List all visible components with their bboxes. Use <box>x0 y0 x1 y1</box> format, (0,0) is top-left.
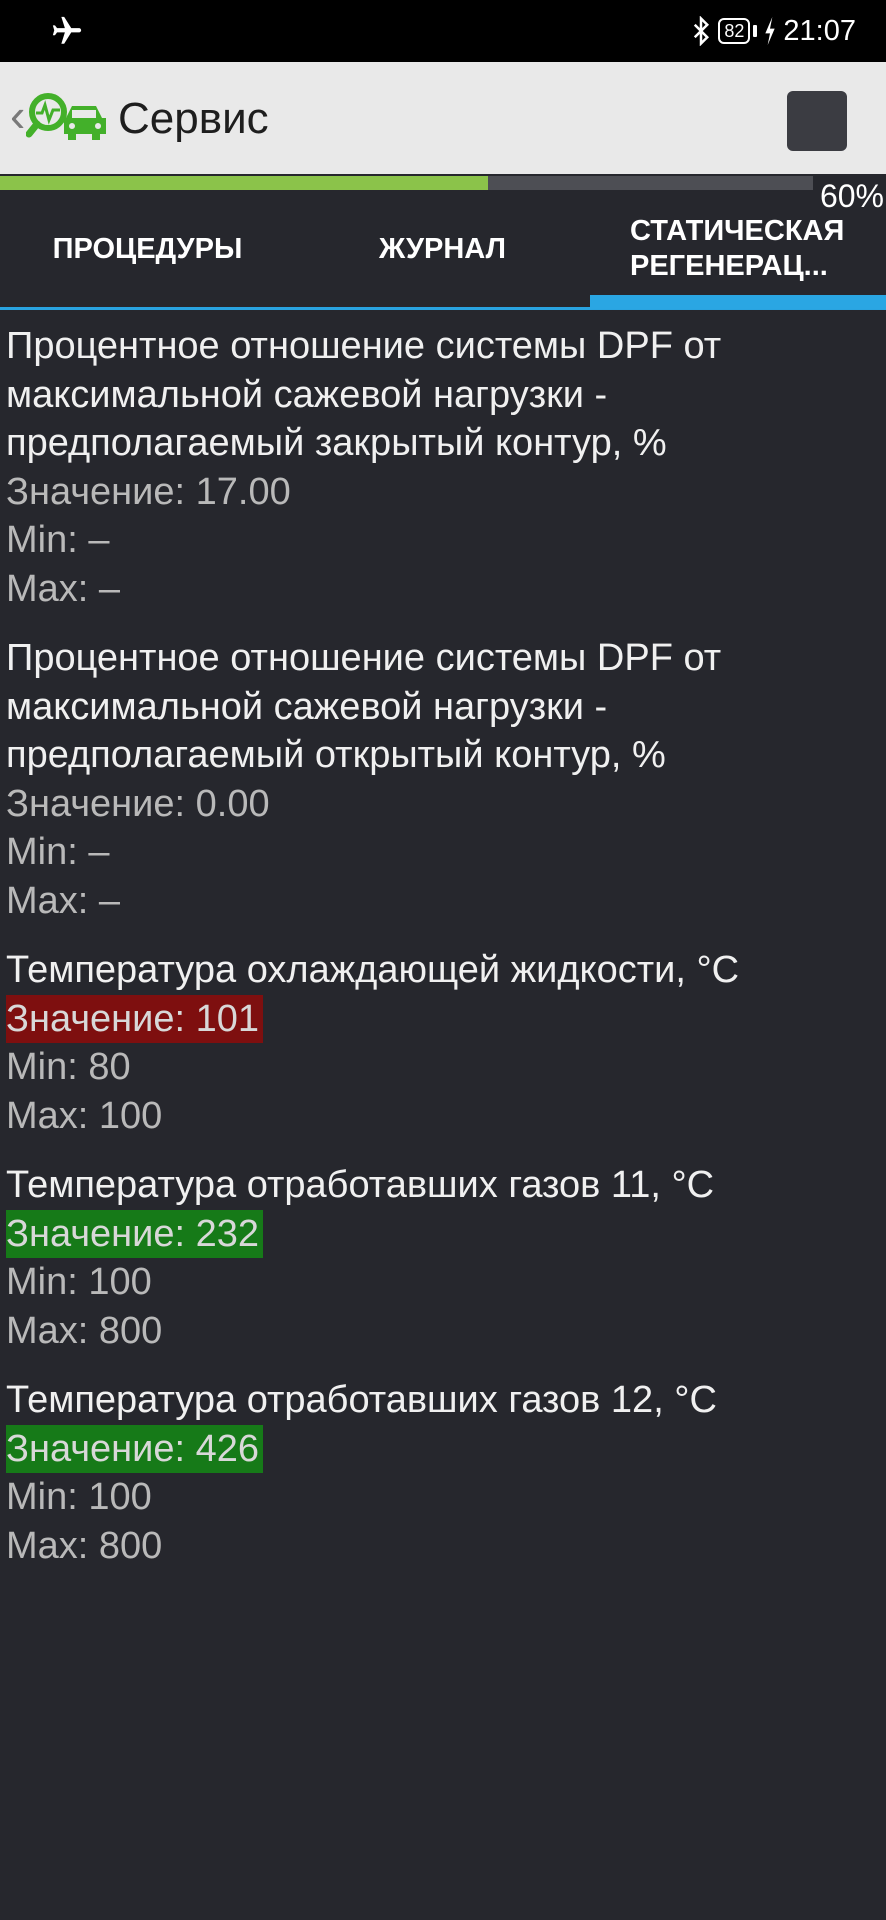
battery-tip <box>753 25 758 37</box>
parameter-max: Max: 800 <box>6 1524 163 1567</box>
parameter-min: Min: 100 <box>6 1261 152 1303</box>
parameter-max: Max: – <box>6 879 121 922</box>
parameter-title: Процентное отношение системы DPF от макс… <box>6 325 722 464</box>
parameter-value-alarm: Значение: 101 <box>6 994 264 1043</box>
parameter-title: Температура охлаждающей жидкости, °C <box>6 949 740 991</box>
parameter-min: Min: – <box>6 831 110 873</box>
list-item: Температура отработавших газов 11, °C Зн… <box>6 1161 882 1355</box>
status-indicators: 82 21:07 <box>690 12 856 50</box>
parameter-value-ok: Значение: 232 <box>6 1209 264 1258</box>
tab-bar: ПРОЦЕДУРЫ ЖУРНАЛ СТАТИЧЕСКАЯ РЕГЕНЕРАЦ..… <box>0 190 886 310</box>
list-item: Процентное отношение системы DPF от макс… <box>6 322 882 613</box>
parameter-title: Температура отработавших газов 12, °C <box>6 1379 717 1421</box>
parameter-title: Процентное отношение системы DPF от макс… <box>6 637 722 776</box>
parameter-min: Min: 100 <box>6 1476 152 1518</box>
tab-label: СТАТИЧЕСКАЯ РЕГЕНЕРАЦ... <box>630 215 845 282</box>
parameter-value-ok: Значение: 426 <box>6 1424 264 1473</box>
progress-fill <box>0 176 488 190</box>
list-item: Температура охлаждающей жидкости, °C Зна… <box>6 946 882 1140</box>
charging-bolt-icon <box>765 17 776 45</box>
parameter-max: Max: 100 <box>6 1094 163 1137</box>
parameter-min: Min: – <box>6 519 110 561</box>
tab-procedures[interactable]: ПРОЦЕДУРЫ <box>0 190 295 308</box>
progress-bar <box>0 176 813 190</box>
tab-static-regeneration[interactable]: СТАТИЧЕСКАЯ РЕГЕНЕРАЦ... <box>590 190 886 308</box>
clock: 21:07 <box>783 14 856 47</box>
parameter-max: Max: 800 <box>6 1309 163 1352</box>
stop-button[interactable] <box>787 91 847 151</box>
battery-level: 82 <box>724 21 745 41</box>
parameter-value: Значение: 0.00 <box>6 782 270 825</box>
parameter-list: Процентное отношение системы DPF от макс… <box>6 322 882 1591</box>
battery-icon: 82 <box>718 18 751 44</box>
page-title: Сервис <box>118 94 269 143</box>
tab-selected-indicator <box>590 295 886 309</box>
list-item: Температура отработавших газов 12, °C Зн… <box>6 1376 882 1570</box>
airplane-icon <box>52 16 82 44</box>
list-item: Процентное отношение системы DPF от макс… <box>6 634 882 925</box>
car-diagnostic-logo-icon <box>26 93 106 140</box>
parameter-min: Min: 80 <box>6 1046 131 1088</box>
status-bar: 82 21:07 <box>0 0 886 62</box>
app-bar: ‹ Сервис <box>0 62 886 174</box>
bluetooth-icon <box>694 16 710 46</box>
parameter-value: Значение: 17.00 <box>6 470 291 513</box>
parameter-max: Max: – <box>6 567 121 610</box>
parameter-title: Температура отработавших газов 11, °C <box>6 1164 715 1206</box>
tab-journal[interactable]: ЖУРНАЛ <box>295 190 590 308</box>
back-arrow-icon[interactable]: ‹ <box>10 92 25 138</box>
tab-label: ПРОЦЕДУРЫ <box>52 232 243 265</box>
tab-label: ЖУРНАЛ <box>379 232 506 265</box>
